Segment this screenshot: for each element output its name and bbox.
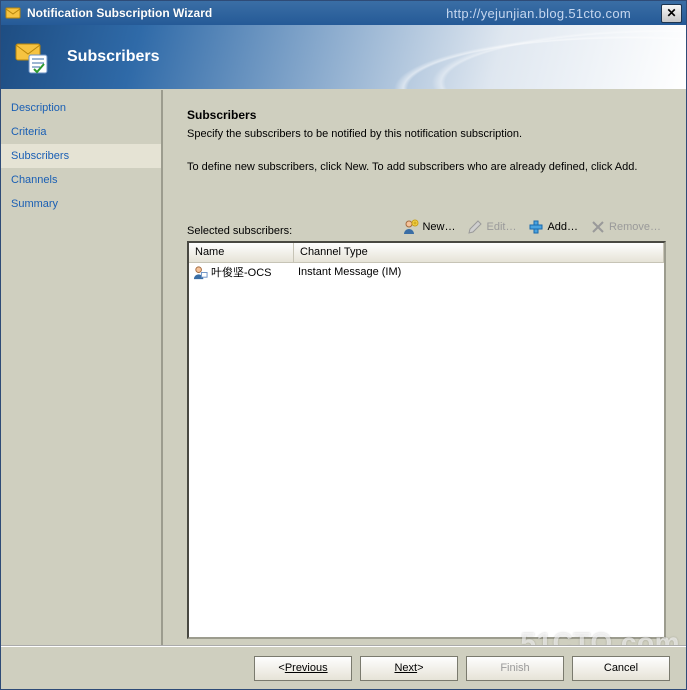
new-user-icon [403,219,419,235]
nav-item-criteria[interactable]: Criteria [1,120,161,144]
finish-button: Finish [466,656,564,681]
table-label: Selected subscribers: [187,225,292,239]
col-name[interactable]: Name [189,243,294,262]
next-label: Next [394,662,417,674]
pencil-icon [467,219,483,235]
page-description: Specify the subscribers to be notified b… [187,128,666,140]
banner-icon [13,37,53,77]
edit-button: Edit… [462,215,521,239]
nav-item-summary[interactable]: Summary [1,192,161,216]
previous-button[interactable]: < Previous [254,656,352,681]
grid-body: 叶俊坚-OCS Instant Message (IM) [189,263,664,637]
add-label: Add… [547,221,578,233]
footer: < Previous Next > Finish Cancel [1,645,686,689]
nav-item-channels[interactable]: Channels [1,168,161,192]
new-button[interactable]: New… [398,215,460,239]
nav-item-subscribers[interactable]: Subscribers [1,144,161,168]
x-icon [590,219,606,235]
subscribers-grid[interactable]: Name Channel Type 叶俊坚-OCS Instant Messag [187,241,666,639]
grid-header: Name Channel Type [189,243,664,263]
col-channel-type[interactable]: Channel Type [294,243,664,262]
remove-button: Remove… [585,215,666,239]
edit-label: Edit… [486,221,516,233]
app-icon [5,5,21,21]
cell-channel-type: Instant Message (IM) [294,265,664,279]
grid-wrap: Name Channel Type 叶俊坚-OCS Instant Messag [187,241,666,639]
user-icon [193,265,208,280]
new-label: New… [422,221,455,233]
watermark-url: http://yejunjian.blog.51cto.com [446,6,631,21]
add-button[interactable]: Add… [523,215,583,239]
titlebar: Notification Subscription Wizard http://… [1,1,686,25]
cancel-button[interactable]: Cancel [572,656,670,681]
previous-label: Previous [285,662,328,674]
banner-title: Subscribers [67,48,159,66]
remove-label: Remove… [609,221,661,233]
wizard-window: Notification Subscription Wizard http://… [0,0,687,690]
table-row[interactable]: 叶俊坚-OCS Instant Message (IM) [189,263,664,281]
cancel-label: Cancel [604,662,638,674]
page-heading: Subscribers [187,108,666,122]
close-button[interactable]: ✕ [661,4,682,23]
cell-name: 叶俊坚-OCS [189,263,294,281]
page-help: To define new subscribers, click New. To… [187,160,666,175]
plus-icon [528,219,544,235]
content: Subscribers Specify the subscribers to b… [163,90,686,647]
body: Description Criteria Subscribers Channel… [1,90,686,647]
next-button[interactable]: Next > [360,656,458,681]
toolbar-row: Selected subscribers: New… Edit… [187,215,666,239]
nav: Description Criteria Subscribers Channel… [1,90,163,647]
window-title: Notification Subscription Wizard [27,6,212,20]
banner: Subscribers [1,25,686,89]
cell-name-text: 叶俊坚-OCS [211,264,272,280]
nav-item-description[interactable]: Description [1,96,161,120]
finish-label: Finish [500,662,529,674]
banner-decoration [309,25,686,89]
toolbar: New… Edit… Add… [398,215,666,239]
